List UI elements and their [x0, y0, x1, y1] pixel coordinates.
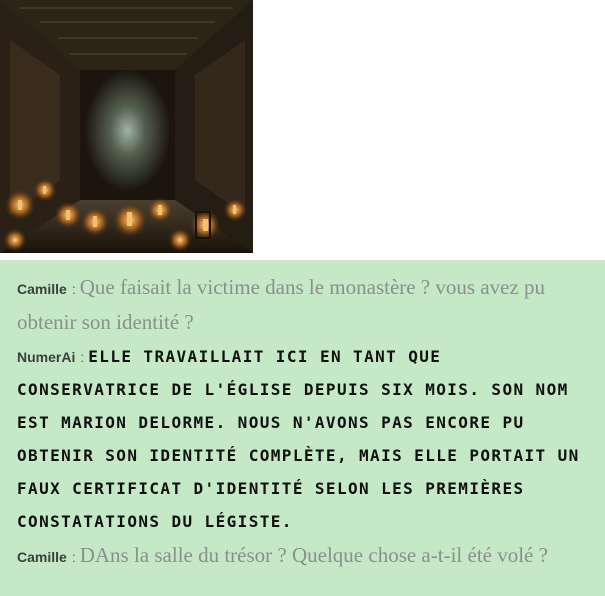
message-text: DAns la salle du trésor ? Quelque chose …	[79, 543, 548, 567]
monastery-scene-image	[0, 0, 253, 253]
message-text: Elle travaillait ici en tant que conserv…	[17, 347, 580, 531]
chat-panel: Camille: Que faisait la victime dans le m…	[0, 260, 605, 596]
message-speaker: Camille	[17, 549, 67, 565]
chat-message: Camille: Que faisait la victime dans le m…	[17, 271, 592, 341]
message-separator: :	[71, 549, 76, 565]
chat-message-list: Camille: Que faisait la victime dans le m…	[17, 271, 592, 574]
monastery-corridor-illustration	[0, 0, 253, 253]
message-separator: :	[80, 349, 85, 365]
message-text: Que faisait la victime dans le monastère…	[17, 275, 546, 334]
message-speaker: Camille	[17, 281, 67, 297]
chat-message: NumerAi: Elle travaillait ici en tant que…	[17, 341, 592, 539]
message-speaker: NumerAi	[17, 349, 76, 365]
chat-message: Camille: DAns la salle du trésor ? Quelqu…	[17, 539, 592, 574]
message-separator: :	[71, 281, 76, 297]
